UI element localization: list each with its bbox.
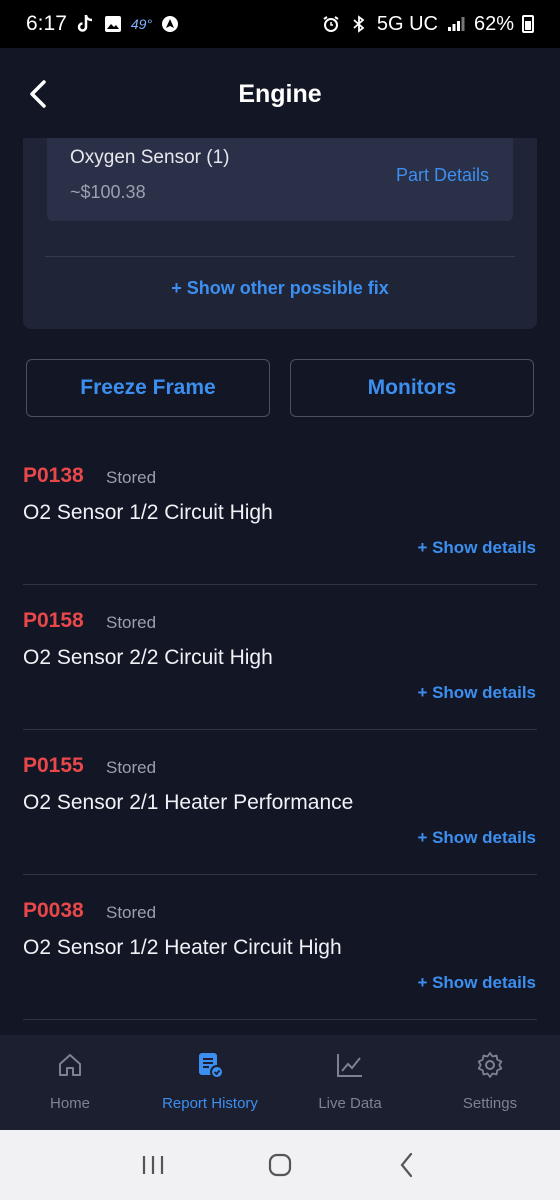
recents-icon: [143, 1156, 164, 1174]
dtc-status: Stored: [106, 758, 157, 777]
dtc-code: P0138: [23, 464, 84, 487]
bottom-nav: Home Report History Live Data Settings: [0, 1035, 560, 1130]
status-bar: 6:17 49° 5G UC 62%: [0, 0, 560, 48]
list-item: P0158 Stored O2 Sensor 2/2 Circuit High …: [0, 585, 560, 730]
divider: [45, 256, 515, 257]
list-item: P0155 Stored O2 Sensor 2/1 Heater Perfor…: [0, 730, 560, 875]
show-details-link[interactable]: + Show details: [417, 828, 536, 848]
dtc-list: P0138 Stored O2 Sensor 1/2 Circuit High …: [0, 440, 560, 1020]
part-name: Oxygen Sensor (1): [70, 147, 230, 168]
part-price: ~$100.38: [70, 182, 146, 202]
dtc-status: Stored: [106, 468, 157, 487]
recents-button[interactable]: [133, 1145, 173, 1185]
part-details-link[interactable]: Part Details: [396, 165, 489, 186]
app-screen: 6:17 49° 5G UC 62% Engine Oxygen Sensor …: [0, 0, 560, 1200]
freeze-frame-button[interactable]: Freeze Frame: [26, 359, 270, 417]
nav-report-history[interactable]: Report History: [140, 1035, 280, 1130]
nav-label: Settings: [462, 1095, 518, 1112]
system-back-button[interactable]: [387, 1145, 427, 1185]
part-row: Oxygen Sensor (1) ~$100.38 Part Details: [47, 138, 513, 221]
page-title: Engine: [238, 79, 322, 108]
dtc-code: P0155: [23, 754, 84, 777]
monitors-button[interactable]: Monitors: [290, 359, 534, 417]
status-temperature: 49°: [130, 16, 153, 32]
gear-icon: [475, 1050, 505, 1080]
divider: [23, 1019, 537, 1020]
show-details-link[interactable]: + Show details: [417, 683, 536, 703]
show-details-link[interactable]: + Show details: [417, 973, 536, 993]
nav-live-data[interactable]: Live Data: [280, 1035, 420, 1130]
chart-icon: [335, 1050, 365, 1080]
chevron-left-icon: [30, 80, 46, 108]
tiktok-icon: [75, 14, 95, 34]
gallery-icon: [103, 14, 123, 34]
status-time: 6:17: [26, 12, 67, 35]
nav-home[interactable]: Home: [0, 1035, 140, 1130]
status-network: 5G UC: [376, 12, 438, 35]
home-circle-icon: [268, 1153, 292, 1177]
nav-label: Home: [49, 1095, 90, 1112]
battery-icon: [522, 15, 534, 33]
app-header: Engine: [0, 48, 560, 140]
nav-label: Live Data: [318, 1095, 382, 1112]
signal-icon: [446, 14, 466, 34]
list-item: P0038 Stored O2 Sensor 1/2 Heater Circui…: [0, 875, 560, 1020]
dtc-description: O2 Sensor 2/2 Circuit High: [23, 646, 273, 669]
dtc-description: O2 Sensor 1/2 Circuit High: [23, 501, 273, 524]
chevron-left-icon: [400, 1152, 412, 1178]
dtc-status: Stored: [106, 613, 157, 632]
dtc-code: P0158: [23, 609, 84, 632]
back-button[interactable]: [18, 74, 58, 114]
status-battery-percent: 62%: [473, 12, 514, 35]
show-details-link[interactable]: + Show details: [417, 538, 536, 558]
alarm-icon: [321, 14, 341, 34]
dtc-description: O2 Sensor 1/2 Heater Circuit High: [23, 936, 342, 959]
dtc-status: Stored: [106, 903, 157, 922]
list-item: P0138 Stored O2 Sensor 1/2 Circuit High …: [0, 440, 560, 585]
nav-settings[interactable]: Settings: [420, 1035, 560, 1130]
bluetooth-icon: [349, 14, 369, 34]
possible-fix-card: Oxygen Sensor (1) ~$100.38 Part Details …: [23, 138, 537, 329]
system-nav-bar: [0, 1130, 560, 1200]
show-other-fix-link[interactable]: + Show other possible fix: [23, 278, 537, 299]
dtc-description: O2 Sensor 2/1 Heater Performance: [23, 791, 354, 814]
dtc-code: P0038: [23, 899, 84, 922]
location-icon: [160, 14, 180, 34]
nav-label: Report History: [162, 1095, 258, 1112]
home-icon: [55, 1050, 85, 1080]
report-icon: [195, 1050, 225, 1080]
home-system-button[interactable]: [260, 1145, 300, 1185]
